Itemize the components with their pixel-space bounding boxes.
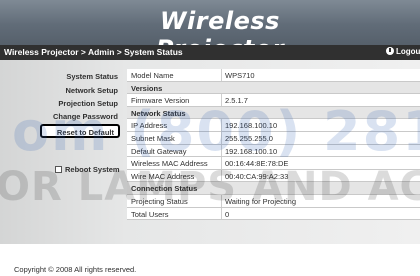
reboot-icon <box>55 166 62 173</box>
row-label: Wireless MAC Address <box>131 159 208 169</box>
row-label: Versions <box>131 83 163 93</box>
row-label: Network Status <box>131 108 186 118</box>
row-value: 255.255.255.0 <box>225 133 273 143</box>
table-section-header: Network Status <box>127 106 420 120</box>
logout-label: Logout <box>396 47 420 56</box>
table-row: Model Name WPS710 <box>127 69 420 82</box>
row-label: Subnet Mask <box>131 133 175 143</box>
column-divider <box>221 119 222 131</box>
row-value: 2.5.1.7 <box>225 96 248 106</box>
row-label: Connection Status <box>131 184 198 194</box>
table-section-header: Connection Status <box>127 182 420 195</box>
copyright-text: Copyright © 2008 All rights reserved. <box>14 265 137 274</box>
row-value: WPS710 <box>225 71 255 80</box>
power-icon <box>386 47 394 55</box>
table-row: Firmware Version 2.5.1.7 <box>127 94 420 107</box>
sidebar-item-reset-to-default[interactable]: Reset to Default <box>40 124 120 138</box>
sidebar-item-change-password[interactable]: Change Password <box>8 112 118 121</box>
table-section-header: Versions <box>127 81 420 95</box>
breadcrumb: Wireless Projector > Admin > System Stat… <box>4 47 183 57</box>
reboot-label: Reboot System <box>65 165 120 174</box>
column-divider <box>221 131 222 144</box>
table-row: Default Gateway 192.168.100.10 <box>127 144 420 158</box>
table-row: Wire MAC Address 00:40:CA:99:A2:33 <box>127 169 420 183</box>
sidebar-item-network-setup[interactable]: Network Setup <box>8 86 118 95</box>
row-label: IP Address <box>131 121 168 131</box>
logout-link[interactable]: Logout <box>386 47 420 56</box>
row-label: Projecting Status <box>131 196 188 206</box>
sidebar-item-system-status[interactable]: System Status <box>8 72 118 81</box>
row-value: 192.168.100.10 <box>225 121 278 131</box>
sidebar-item-projection-setup[interactable]: Projection Setup <box>8 99 118 108</box>
header-banner: Wireless Projector <box>0 0 420 63</box>
row-value: Waiting for Projecting <box>225 196 297 206</box>
column-divider <box>221 94 222 106</box>
footer: Copyright © 2008 All rights reserved. <box>0 244 420 276</box>
row-label: Default Gateway <box>131 146 187 156</box>
table-row: IP Address 192.168.100.10 <box>127 119 420 132</box>
row-label: Wire MAC Address <box>131 171 195 181</box>
row-value: 192.168.100.10 <box>225 146 278 156</box>
row-value: 0 <box>225 209 230 219</box>
column-divider <box>221 157 222 169</box>
row-value: 00:16:44:8E:78:DE <box>225 159 289 169</box>
row-value: 00:40:CA:99:A2:33 <box>225 171 289 181</box>
table-row: Wireless MAC Address 00:16:44:8E:78:DE <box>127 157 420 170</box>
reboot-system-button[interactable]: Reboot System <box>55 165 120 174</box>
column-divider <box>221 207 222 220</box>
column-divider <box>221 144 222 157</box>
table-row: Projecting Status Waiting for Projecting <box>127 194 420 208</box>
table-row: Total Users 0 <box>127 207 420 221</box>
column-divider <box>221 169 222 182</box>
column-divider <box>221 69 222 81</box>
column-divider <box>221 194 222 207</box>
row-label: Firmware Version <box>131 96 190 106</box>
row-label: Model Name <box>131 71 174 80</box>
status-table: Model Name WPS710 Versions Firmware Version… <box>127 69 420 221</box>
table-row: Subnet Mask 255.255.255.0 <box>127 131 420 145</box>
row-label: Total Users <box>131 209 169 219</box>
nav-bar: Wireless Projector > Admin > System Stat… <box>0 45 420 60</box>
